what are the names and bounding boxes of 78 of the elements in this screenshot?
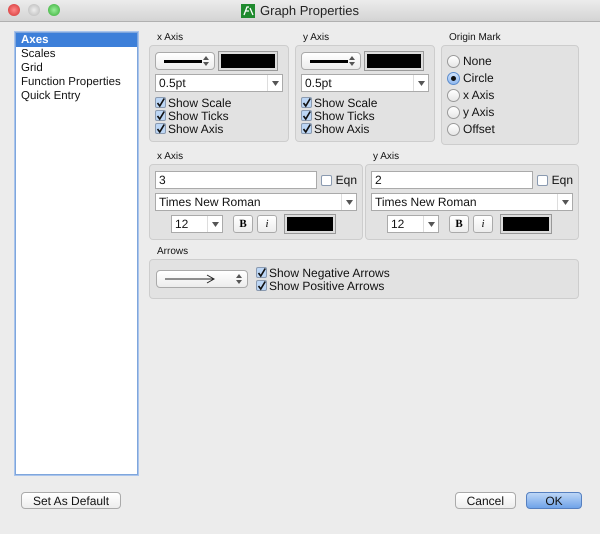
dropdown-caret-icon [562,200,568,204]
line-style-popup[interactable] [301,52,361,70]
group-title: x Axis [157,151,184,162]
checkbox[interactable] [155,110,166,121]
radio-label: x Axis [463,88,494,102]
color-well[interactable] [501,215,551,233]
checkbox-label: Show Ticks [314,108,375,122]
line-width-combo[interactable]: 0.5pt [155,74,283,92]
radio-label: None [463,54,492,68]
checkbox[interactable] [301,97,312,108]
checkbox-label: Show Ticks [168,108,229,122]
group-title: x Axis [157,32,184,43]
italic-button[interactable]: i [473,215,493,233]
sidebar-item[interactable]: Scales [16,47,137,61]
dropdown-caret-icon [428,222,434,226]
sidebar-item[interactable]: Axes [16,33,137,47]
line-sample-icon [310,60,348,62]
cancel-button[interactable]: Cancel [454,492,516,509]
checkbox-label: Show Positive Arrows [269,278,384,292]
line-width-combo[interactable]: 0.5pt [301,74,429,92]
group-title: Arrows [157,246,188,257]
color-well[interactable] [285,215,335,233]
italic-button[interactable]: i [257,215,277,233]
checkbox-label: Eqn [552,173,573,187]
stepper-arrows-icon [349,56,355,66]
font-size-combo[interactable]: 12 [387,215,439,233]
radio-button[interactable] [447,122,460,136]
radio-button[interactable] [447,88,460,102]
ok-button[interactable]: OK [526,492,582,509]
close-button[interactable] [8,4,20,16]
sidebar-item[interactable]: Function Properties [16,75,137,89]
checkbox-label: Show Axis [314,122,370,136]
checkbox[interactable] [256,280,267,291]
arrow-style-popup[interactable] [156,270,248,288]
color-well[interactable] [219,52,277,70]
stepper-arrows-icon [203,56,209,66]
font-size-combo[interactable]: 12 [171,215,223,233]
radio-label: Circle [463,71,494,85]
checkbox[interactable] [155,97,166,108]
checkbox[interactable] [301,123,312,134]
bold-button[interactable]: B [449,215,469,233]
dropdown-caret-icon [346,200,352,204]
label-field[interactable]: 2 [371,171,533,189]
checkbox-label: Show Scale [314,96,378,110]
sidebar-item[interactable]: Quick Entry [16,89,137,103]
dropdown-caret-icon [418,80,424,86]
window-title: Graph Properties [260,3,359,18]
line-style-popup[interactable] [155,52,215,70]
radio-button[interactable] [447,72,460,84]
set-default-button[interactable]: Set As Default [21,492,122,509]
dropdown-caret-icon [212,222,218,226]
radio-button[interactable] [447,106,460,118]
checkbox-label: Show Negative Arrows [269,266,390,280]
checkbox-label: Eqn [336,173,357,187]
checkbox[interactable] [536,174,548,186]
dropdown-caret-icon [272,80,278,86]
checkbox-label: Show Scale [168,96,232,110]
font-dropdown[interactable]: Times New Roman [155,193,357,211]
checkbox-label: Show Axis [168,122,224,136]
bold-button[interactable]: B [233,215,253,233]
checkbox[interactable] [320,174,332,186]
arrow-sample-icon [165,274,215,284]
group-title: y Axis [303,32,330,43]
app-icon [241,4,255,18]
sidebar-item[interactable]: Grid [16,61,137,75]
color-well[interactable] [365,52,423,70]
font-dropdown[interactable]: Times New Roman [371,193,573,211]
line-sample-icon [164,60,202,62]
label-field[interactable]: 3 [155,171,317,189]
radio-button[interactable] [447,54,460,68]
checkbox[interactable] [155,123,166,134]
radio-label: Offset [463,122,495,136]
checkbox[interactable] [301,110,312,121]
stepper-arrows-icon [236,274,242,284]
group-title: Origin Mark [449,32,501,43]
checkbox[interactable] [256,267,267,278]
radio-label: y Axis [463,105,494,119]
group-title: y Axis [373,151,400,162]
